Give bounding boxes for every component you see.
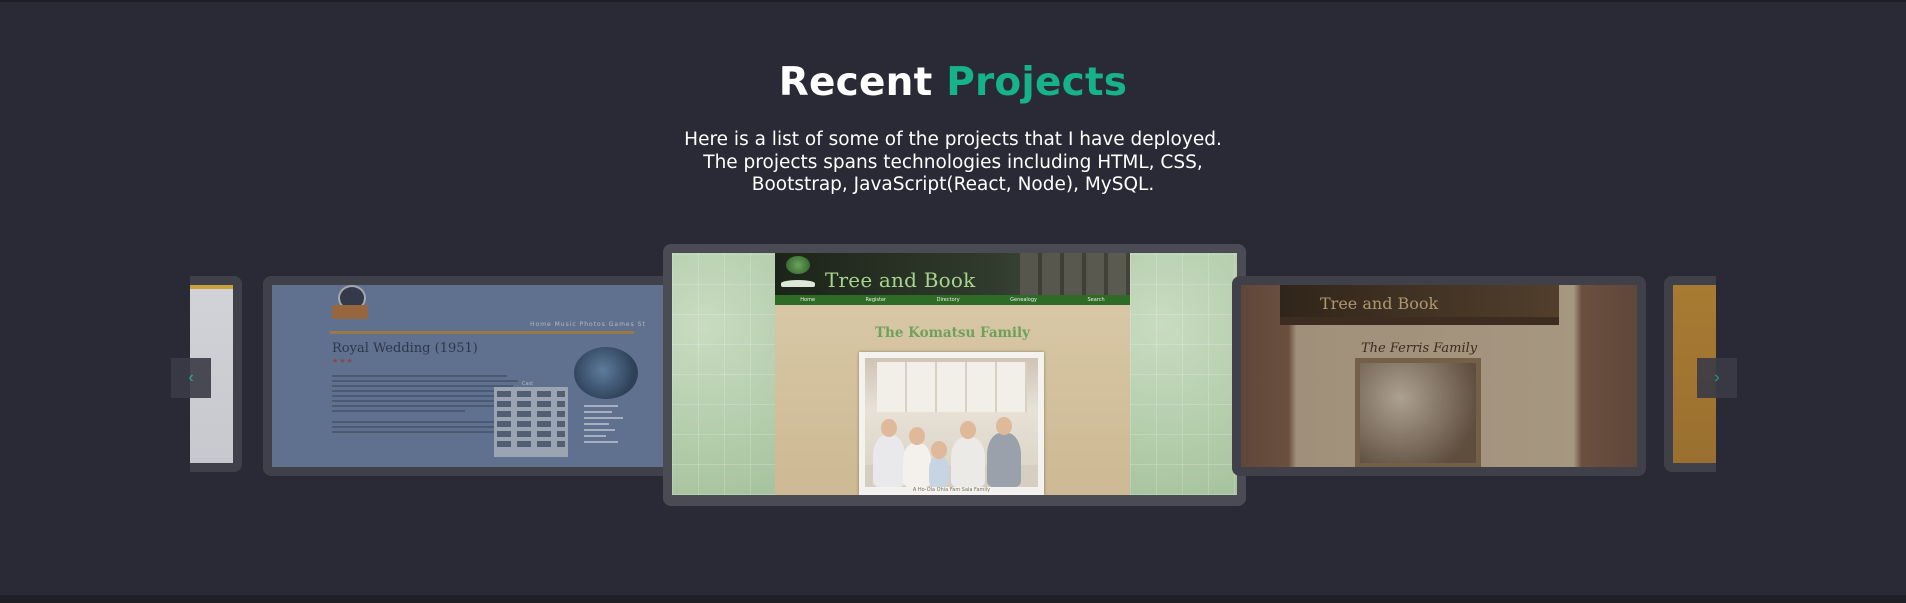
- project-card-komatsu-family[interactable]: Tree and Book Home Register Directory Ge…: [663, 244, 1246, 506]
- family-photo: A Ho-Ola Ohia Fam Sala Family: [859, 352, 1044, 495]
- section-description: Here is a list of some of the projects t…: [684, 129, 1222, 195]
- site-preview: Tree and Book Home Register Directory Ge…: [775, 253, 1130, 495]
- bottom-border: [0, 595, 1906, 603]
- project-card-ferris-family[interactable]: Tree and Book The Ferris Family: [1232, 276, 1646, 476]
- project-screenshot: Tree and Book The Ferris Family: [1241, 285, 1637, 467]
- project-card-royal-wedding[interactable]: Home Music Photos Games St Royal Wedding…: [263, 276, 681, 476]
- family-title: The Komatsu Family: [875, 325, 1030, 341]
- top-border: [0, 0, 1906, 2]
- inactive-overlay: [272, 285, 672, 467]
- nav-genealogy: Genealogy: [1010, 297, 1037, 303]
- site-body: The Komatsu Family A Ho-Ola Ohia Fam Sal…: [775, 305, 1130, 495]
- title-accent: Projects: [946, 60, 1128, 105]
- nav-home: Home: [800, 297, 816, 303]
- project-screenshot: Tree and Book Home Register Directory Ge…: [672, 253, 1237, 495]
- projects-header: Recent Projects Here is a list of some o…: [0, 60, 1906, 197]
- projects-carousel: Home Music Photos Games St Royal Wedding…: [0, 244, 1906, 506]
- nav-directory: Directory: [936, 297, 960, 303]
- portrait-background-left: [672, 253, 775, 495]
- tree-book-logo-icon: [781, 256, 815, 290]
- chevron-right-icon: ›: [1714, 369, 1720, 386]
- carousel-prev-button[interactable]: ‹: [171, 358, 211, 398]
- site-header: Tree and Book: [775, 253, 1130, 295]
- project-screenshot: Home Music Photos Games St Royal Wedding…: [272, 285, 672, 467]
- photo-caption: A Ho-Ola Ohia Fam Sala Family: [912, 487, 991, 493]
- chevron-left-icon: ‹: [188, 369, 194, 386]
- site-brand: Tree and Book: [825, 268, 976, 292]
- nav-search: Search: [1087, 297, 1105, 303]
- nav-register: Register: [865, 297, 887, 303]
- carousel-next-button[interactable]: ›: [1697, 358, 1737, 398]
- site-nav: Home Register Directory Genealogy Search: [775, 295, 1130, 305]
- header-photos: [1020, 253, 1130, 295]
- inactive-overlay: [1241, 285, 1637, 467]
- section-title: Recent Projects: [0, 60, 1906, 105]
- portrait-background-right: [1130, 253, 1237, 495]
- title-main: Recent: [778, 60, 933, 105]
